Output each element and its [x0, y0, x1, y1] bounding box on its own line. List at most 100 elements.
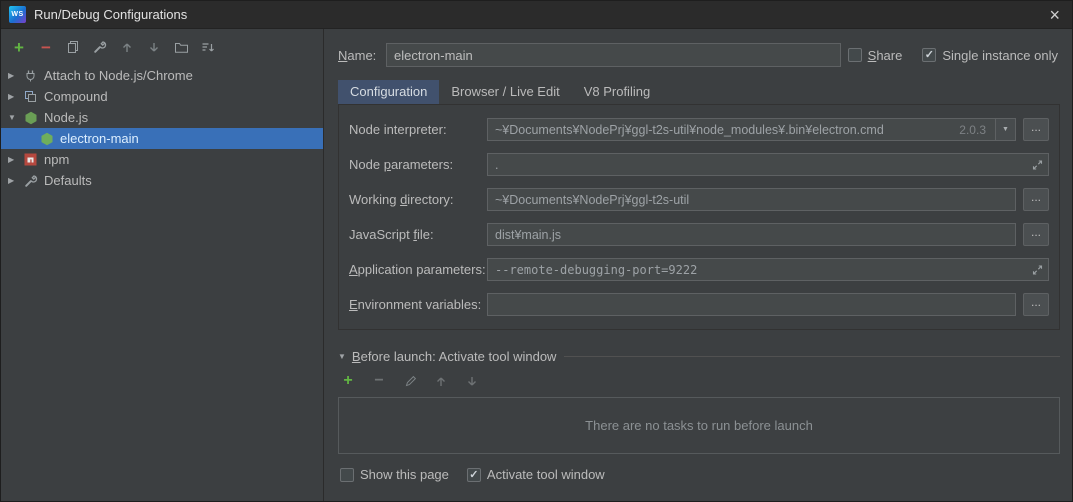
titlebar: WS Run/Debug Configurations × [1, 1, 1072, 29]
environment-variables-label: Environment variables: [349, 297, 482, 312]
sort-icon[interactable] [200, 39, 216, 55]
node-parameters-row: Node parameters: . [349, 153, 1049, 176]
name-row: Name: ✓ Share ✓ Single instance only [338, 43, 1060, 67]
sidebar-toolbar: + − [1, 29, 323, 62]
configuration-tabs: Configuration Browser / Live Edit V8 Pro… [338, 80, 1060, 105]
javascript-file-row: JavaScript file: dist¥main.js ... [349, 223, 1049, 246]
configurations-tree: ▶ Attach to Node.js/Chrome ▶ Compound ▼ … [1, 65, 323, 191]
chevron-down-icon[interactable]: ▼ [995, 119, 1015, 140]
browse-javascript-file-button[interactable]: ... [1023, 223, 1049, 246]
node-interpreter-label: Node interpreter: [349, 122, 447, 137]
single-instance-checkbox-box[interactable]: ✓ [922, 48, 937, 62]
footer-options: ✓ Show this page ✓ Activate tool window [338, 467, 1060, 482]
tree-item-label: electron-main [60, 131, 139, 146]
chevron-right-icon[interactable]: ▶ [8, 71, 22, 80]
activate-tool-window-checkbox-box[interactable]: ✓ [466, 467, 481, 482]
before-launch-title: Before launch: Activate tool window [351, 349, 557, 364]
tree-item-label: Compound [44, 89, 108, 104]
tree-item-attach-to-node[interactable]: ▶ Attach to Node.js/Chrome [1, 65, 323, 86]
working-directory-value: ~¥Documents¥NodePrj¥ggl-t2s-util [495, 192, 690, 207]
compound-icon [22, 90, 39, 103]
npm-icon [22, 153, 39, 166]
new-folder-icon[interactable] [173, 39, 189, 55]
javascript-file-value: dist¥main.js [495, 227, 561, 242]
check-icon: ✓ [924, 49, 934, 61]
nodejs-icon [38, 132, 55, 146]
tree-item-label: Node.js [44, 110, 89, 125]
configurations-sidebar: + − ▶ Attach to Node.js/Chrome ▶ Compoun… [1, 29, 324, 501]
node-parameters-input[interactable]: . [487, 153, 1049, 176]
wrench-icon [22, 174, 39, 188]
show-this-page-checkbox-box[interactable]: ✓ [340, 467, 354, 482]
share-checkbox-label: Share [867, 47, 903, 63]
application-parameters-input[interactable]: --remote-debugging-port=9222 [487, 258, 1049, 281]
empty-tasks-message: There are no tasks to run before launch [585, 418, 813, 433]
remove-task-icon[interactable]: − [371, 373, 387, 389]
close-icon[interactable]: × [1049, 6, 1060, 24]
browse-working-directory-button[interactable]: ... [1023, 188, 1049, 211]
node-parameters-value: . [495, 157, 499, 172]
show-this-page-label: Show this page [360, 467, 449, 482]
working-directory-row: Working directory: ~¥Documents¥NodePrj¥g… [349, 188, 1049, 211]
tree-item-defaults[interactable]: ▶ Defaults [1, 170, 323, 191]
collapse-section-icon[interactable]: ▼ [338, 352, 346, 361]
webstorm-logo-icon: WS [9, 6, 26, 23]
tree-item-electron-main[interactable]: electron-main [1, 128, 323, 149]
tree-item-label: npm [44, 152, 70, 167]
edit-task-icon[interactable] [402, 373, 418, 389]
name-input[interactable] [386, 43, 841, 67]
before-launch-toolbar: + − [338, 373, 1060, 389]
copy-icon[interactable] [65, 39, 81, 55]
tree-item-label: Attach to Node.js/Chrome [44, 68, 193, 83]
move-task-down-icon[interactable] [464, 373, 480, 389]
javascript-file-input[interactable]: dist¥main.js [487, 223, 1016, 246]
application-parameters-row: Application parameters: --remote-debuggi… [349, 258, 1049, 281]
chevron-right-icon[interactable]: ▶ [8, 176, 22, 185]
tab-configuration[interactable]: Configuration [338, 80, 440, 104]
before-launch-task-list[interactable]: There are no tasks to run before launch [338, 397, 1060, 454]
share-checkbox-box[interactable]: ✓ [847, 48, 862, 62]
chevron-right-icon[interactable]: ▶ [8, 155, 22, 164]
before-launch-header[interactable]: ▼ Before launch: Activate tool window [338, 349, 1060, 364]
attach-icon [22, 69, 39, 82]
node-interpreter-combobox[interactable]: ~¥Documents¥NodePrj¥ggl-t2s-util¥node_mo… [487, 118, 1016, 141]
tab-v8-profiling[interactable]: V8 Profiling [572, 80, 662, 104]
move-up-icon[interactable] [119, 39, 135, 55]
working-directory-input[interactable]: ~¥Documents¥NodePrj¥ggl-t2s-util [487, 188, 1016, 211]
expand-field-icon[interactable] [1032, 264, 1043, 275]
chevron-down-icon[interactable]: ▼ [8, 113, 22, 122]
name-label: Name: [338, 47, 377, 63]
add-task-icon[interactable]: + [340, 373, 356, 389]
working-directory-label: Working directory: [349, 192, 454, 207]
tree-item-npm[interactable]: ▶ npm [1, 149, 323, 170]
chevron-right-icon[interactable]: ▶ [8, 92, 22, 101]
configuration-editor: Name: ✓ Share ✓ Single instance only Con… [324, 29, 1072, 501]
node-parameters-label: Node parameters: [349, 157, 454, 172]
javascript-file-label: JavaScript file: [349, 227, 434, 242]
remove-configuration-icon[interactable]: − [38, 39, 54, 56]
edit-defaults-icon[interactable] [92, 39, 108, 55]
move-task-up-icon[interactable] [433, 373, 449, 389]
tree-item-label: Defaults [44, 173, 92, 188]
interpreter-version: 2.0.3 [959, 122, 986, 137]
run-debug-configurations-dialog: WS Run/Debug Configurations × + − ▶ Atta… [0, 0, 1073, 502]
window-title: Run/Debug Configurations [34, 7, 188, 22]
share-checkbox[interactable]: ✓ Share [847, 47, 903, 63]
tree-item-compound[interactable]: ▶ Compound [1, 86, 323, 107]
environment-variables-input[interactable] [487, 293, 1016, 316]
single-instance-checkbox[interactable]: ✓ Single instance only [922, 48, 1058, 63]
section-divider [564, 356, 1060, 357]
tab-browser-live-edit[interactable]: Browser / Live Edit [439, 80, 571, 104]
node-interpreter-value: ~¥Documents¥NodePrj¥ggl-t2s-util¥node_mo… [495, 122, 884, 137]
show-this-page-checkbox[interactable]: ✓ Show this page [340, 467, 449, 482]
move-down-icon[interactable] [146, 39, 162, 55]
browse-environment-variables-button[interactable]: ... [1023, 293, 1049, 316]
expand-field-icon[interactable] [1032, 159, 1043, 170]
environment-variables-row: Environment variables: ... [349, 293, 1049, 316]
application-parameters-value: --remote-debugging-port=9222 [495, 262, 698, 277]
tree-item-nodejs[interactable]: ▼ Node.js [1, 107, 323, 128]
application-parameters-label: Application parameters: [349, 262, 486, 277]
activate-tool-window-checkbox[interactable]: ✓ Activate tool window [466, 467, 605, 482]
add-configuration-icon[interactable]: + [11, 39, 27, 56]
browse-interpreter-button[interactable]: ... [1023, 118, 1049, 141]
